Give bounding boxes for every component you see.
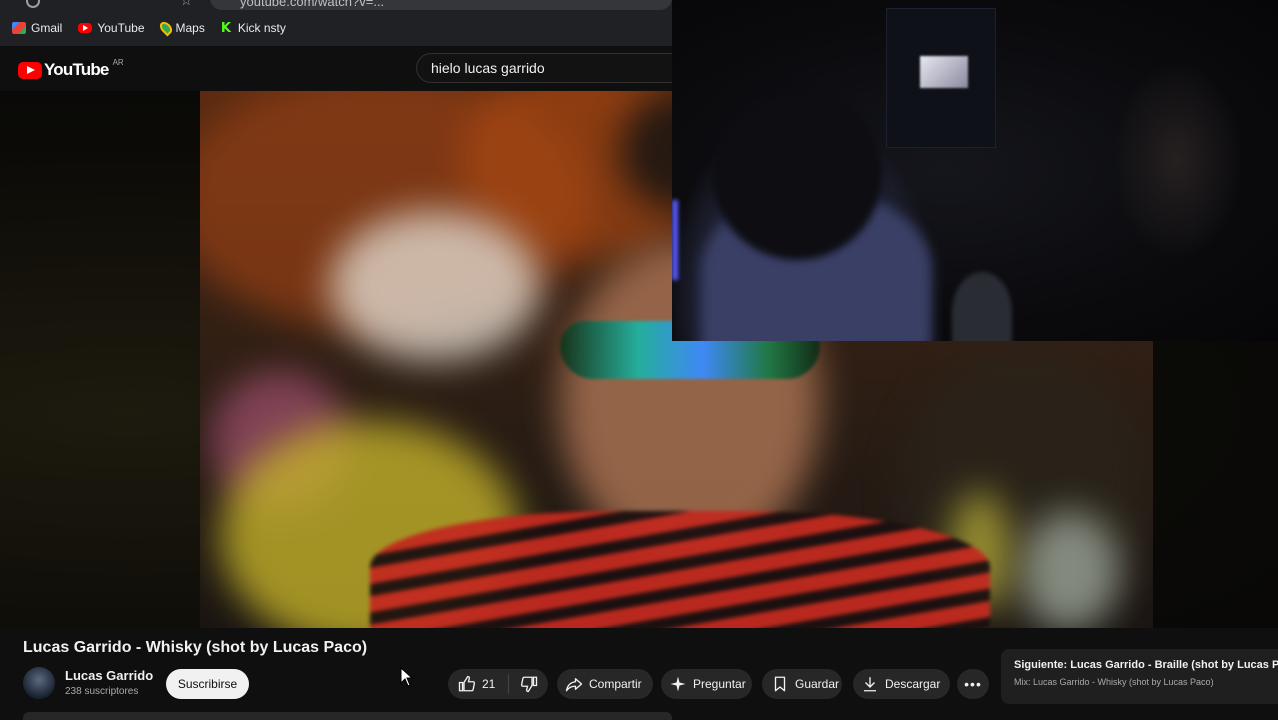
avatar[interactable]: [23, 667, 55, 699]
thumbs-up-icon: [458, 675, 476, 692]
save-button[interactable]: Guardar: [762, 669, 842, 699]
ask-label: Preguntar: [693, 677, 746, 691]
share-label: Compartir: [589, 677, 642, 691]
video-title: Lucas Garrido - Whisky (shot by Lucas Pa…: [23, 639, 368, 656]
youtube-header: YouTube AR hielo lucas garrido: [0, 46, 672, 91]
region-code: AR: [112, 57, 124, 67]
kick-icon: K: [220, 20, 231, 36]
video-frame-detail: [1020, 511, 1120, 628]
bookmark-kick[interactable]: K Kick nsty: [221, 21, 286, 35]
youtube-logo[interactable]: YouTube AR: [18, 57, 124, 80]
bookmark-label: Maps: [175, 21, 205, 35]
bookmark-icon: [774, 676, 786, 692]
video-frame-detail: [370, 511, 990, 628]
channel-name[interactable]: Lucas Garrido: [65, 668, 153, 683]
webcam-detail: [952, 272, 1012, 341]
maps-icon: [157, 19, 174, 37]
youtube-icon: [78, 23, 93, 33]
reload-icon[interactable]: [26, 0, 40, 8]
bookmark-maps[interactable]: Maps: [157, 19, 205, 37]
video-frame-detail: [330, 211, 540, 361]
webcam-detail: [712, 90, 882, 260]
youtube-logo-text: YouTube: [44, 60, 109, 79]
like-dislike-group: 21: [448, 669, 548, 699]
address-bar-area: ☆ youtube.com/watch?v=...: [0, 0, 672, 10]
bookmark-gmail[interactable]: Gmail: [12, 21, 62, 35]
page: ☆ youtube.com/watch?v=... Gmail YouTube …: [0, 0, 1278, 720]
bookmarks-bar: Gmail YouTube Maps K Kick nsty: [0, 14, 286, 42]
share-button[interactable]: Compartir: [557, 669, 653, 699]
share-icon: [565, 678, 583, 692]
next-video-title: Siguiente: Lucas Garrido - Braille (shot…: [1014, 659, 1278, 671]
bookmark-youtube[interactable]: YouTube: [78, 21, 145, 35]
webcam-detail: [1112, 60, 1242, 260]
more-actions-button[interactable]: •••: [957, 669, 989, 699]
like-count: 21: [482, 677, 496, 691]
subscribe-button[interactable]: Suscribirse: [166, 669, 249, 699]
address-bar-text: youtube.com/watch?v=...: [240, 0, 385, 9]
dislike-button[interactable]: [509, 669, 548, 699]
bookmark-label: Gmail: [31, 21, 63, 35]
webcam-detail: [672, 200, 678, 280]
description-box[interactable]: [23, 712, 672, 720]
download-label: Descargar: [885, 677, 941, 691]
webcam-overlay: [672, 0, 1278, 341]
next-video-subtitle: Mix: Lucas Garrido - Whisky (shot by Luc…: [1014, 677, 1214, 687]
gmail-icon: [12, 22, 26, 34]
bookmark-label: Kick nsty: [237, 21, 286, 35]
mouse-cursor-icon: [400, 667, 414, 687]
subscriber-count: 238 suscriptores: [65, 686, 139, 697]
save-label: Guardar: [795, 677, 840, 691]
thumbs-down-icon: [520, 676, 537, 693]
browser-toolbar: ☆ youtube.com/watch?v=... Gmail YouTube …: [0, 0, 672, 46]
more-icon: •••: [964, 676, 982, 692]
sparkle-icon: [670, 676, 686, 692]
download-icon: [864, 677, 876, 692]
search-input[interactable]: hielo lucas garrido: [416, 53, 672, 83]
ask-button[interactable]: Preguntar: [661, 669, 752, 699]
webcam-detail: [920, 56, 968, 88]
bookmark-label: YouTube: [97, 21, 145, 35]
like-button[interactable]: 21: [448, 669, 508, 699]
bookmark-star-icon[interactable]: ☆: [180, 0, 193, 9]
youtube-play-icon: [18, 61, 42, 79]
download-button[interactable]: Descargar: [853, 669, 950, 699]
next-video-card[interactable]: Siguiente: Lucas Garrido - Braille (shot…: [1001, 649, 1278, 704]
